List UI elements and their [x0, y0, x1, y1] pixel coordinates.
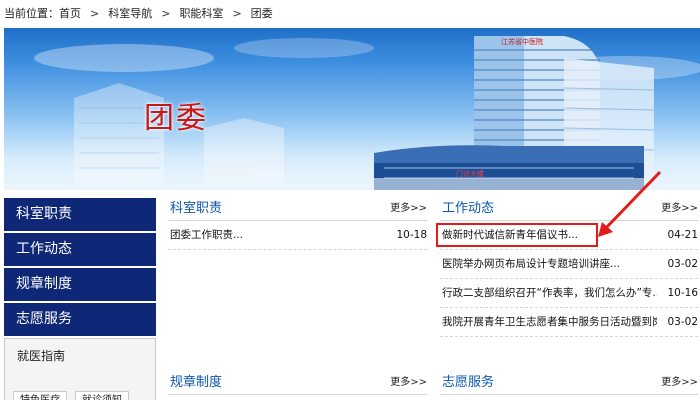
panel-rules-more-link[interactable]: 更多>> — [390, 375, 427, 391]
list-item-date: 03-02 — [667, 258, 698, 270]
sidebar-item-work-updates[interactable]: 工作动态 — [4, 233, 156, 266]
special-care-button[interactable]: 特色医疗 — [13, 391, 67, 400]
sidebar-item-volunteer[interactable]: 志愿服务 — [4, 303, 156, 336]
breadcrumb-separator: > — [161, 7, 171, 20]
list-item-date: 04-21 — [667, 229, 698, 241]
panel-duties-list: 团委工作职责... 10-18 — [168, 221, 427, 250]
sidebar-item-duties[interactable]: 科室职责 — [4, 198, 156, 231]
panel-rules: 规章制度 更多>> — [168, 373, 427, 395]
banner-illustration: 江苏省中医院 门诊大楼 — [4, 36, 700, 190]
breadcrumb-current: 团委 — [250, 7, 273, 20]
breadcrumb-separator: > — [232, 7, 242, 20]
panel-duties-header: 科室职责 更多>> — [168, 199, 427, 221]
panel-rules-header: 规章制度 更多>> — [168, 373, 427, 395]
panel-duties-more-link[interactable]: 更多>> — [390, 201, 427, 217]
panel-duties: 科室职责 更多>> 团委工作职责... 10-18 — [168, 199, 427, 250]
list-item[interactable]: 行政二支部组织召开“作表率，我们怎么办”专... 10-16 — [440, 279, 698, 308]
panel-volunteer-title[interactable]: 志愿服务 — [442, 373, 494, 393]
annotation-highlight-box — [436, 223, 598, 247]
panel-work-updates-title[interactable]: 工作动态 — [442, 199, 494, 219]
visit-notice-button[interactable]: 就诊须知 — [75, 391, 129, 400]
sidebar: 科室职责 工作动态 规章制度 志愿服务 就医指南 特色医疗 就诊须知 — [4, 198, 156, 400]
breadcrumb-functional-dept[interactable]: 职能科室 — [179, 7, 223, 20]
list-item-date: 03-02 — [667, 316, 698, 328]
list-item-title[interactable]: 我院开展青年卫生志愿者集中服务日活动暨到岗... — [442, 308, 657, 337]
building-sign: 门诊大楼 — [456, 169, 484, 178]
panel-rules-title[interactable]: 规章制度 — [170, 373, 222, 393]
panel-volunteer-more-link[interactable]: 更多>> — [661, 375, 698, 391]
medical-guide-title: 就医指南 — [17, 349, 66, 363]
list-item-date: 10-18 — [396, 229, 427, 241]
department-banner: 江苏省中医院 门诊大楼 团委 — [4, 28, 700, 190]
panel-work-updates: 工作动态 更多>> 做新时代诚信新青年倡议书... 04-21 医院举办网页布局… — [440, 199, 698, 337]
hospital-sign: 江苏省中医院 — [501, 37, 543, 46]
list-item[interactable]: 我院开展青年卫生志愿者集中服务日活动暨到岗... 03-02 — [440, 308, 698, 337]
list-item[interactable]: 团委工作职责... 10-18 — [168, 221, 427, 250]
panel-work-updates-more-link[interactable]: 更多>> — [661, 201, 698, 217]
list-item[interactable]: 医院举办网页布局设计专题培训讲座... 03-02 — [440, 250, 698, 279]
panel-volunteer: 志愿服务 更多>> — [440, 373, 698, 395]
list-item-title[interactable]: 行政二支部组织召开“作表率，我们怎么办”专... — [442, 279, 657, 308]
sidebar-item-rules[interactable]: 规章制度 — [4, 268, 156, 301]
medical-guide-box: 就医指南 特色医疗 就诊须知 — [4, 338, 156, 400]
banner-title: 团委 — [144, 101, 208, 136]
panel-work-updates-header: 工作动态 更多>> — [440, 199, 698, 221]
list-item-date: 10-16 — [667, 287, 698, 299]
breadcrumb-home[interactable]: 首页 — [59, 7, 81, 20]
breadcrumb-separator: > — [90, 7, 100, 20]
panel-duties-title[interactable]: 科室职责 — [170, 199, 222, 219]
panel-volunteer-header: 志愿服务 更多>> — [440, 373, 698, 395]
medical-guide-buttons: 特色医疗 就诊须知 — [13, 391, 147, 400]
breadcrumb-dept-nav[interactable]: 科室导航 — [108, 7, 152, 20]
list-item-title[interactable]: 团委工作职责... — [170, 221, 243, 250]
breadcrumb-label: 当前位置： — [4, 7, 59, 20]
list-item-title[interactable]: 医院举办网页布局设计专题培训讲座... — [442, 250, 620, 279]
breadcrumb: 当前位置：首页 > 科室导航 > 职能科室 > 团委 — [0, 0, 700, 28]
